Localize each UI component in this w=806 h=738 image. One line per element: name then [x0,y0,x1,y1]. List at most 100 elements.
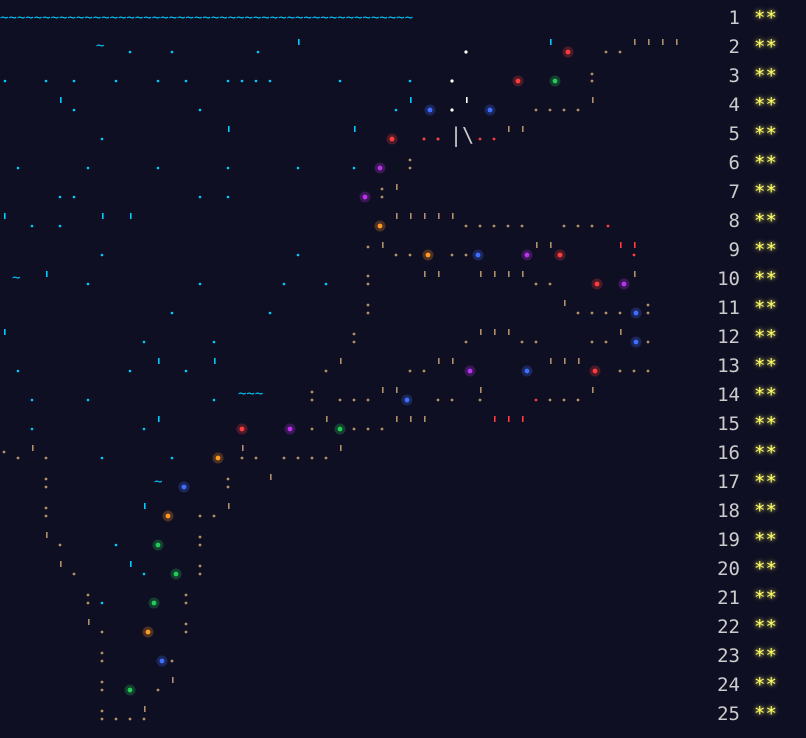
terrain-tick [298,39,300,45]
day-stars: ** [754,152,777,174]
terrain-dot [170,311,174,315]
calendar-day-22[interactable]: 22 ** [692,613,802,642]
calendar-day-11[interactable]: 11 ** [692,294,802,323]
day-number[interactable]: 16 [692,439,740,468]
day-number[interactable]: 17 [692,468,740,497]
terrain-dot [184,79,188,83]
day-number[interactable]: 5 [692,120,740,149]
calendar-day-6[interactable]: 6 ** [692,149,802,178]
terrain-dot [72,79,76,83]
day-number[interactable]: 3 [692,62,740,91]
day-number[interactable]: 21 [692,584,740,613]
terrain-tick [564,300,566,306]
calendar-day-8[interactable]: 8 ** [692,207,802,236]
calendar-day-1[interactable]: 1 ** [692,4,802,33]
day-number[interactable]: 10 [692,265,740,294]
calendar-day-24[interactable]: 24 ** [692,671,802,700]
ornament-light [621,281,627,287]
day-number[interactable]: 13 [692,352,740,381]
day-stars: ** [754,587,777,609]
terrain-tick [326,416,328,422]
day-number[interactable]: 25 [692,700,740,729]
day-number[interactable]: 11 [692,294,740,323]
terrain-dot [184,369,188,373]
terrain-dot [534,340,538,344]
terrain-dot [212,398,216,402]
calendar-day-9[interactable]: 9 ** [692,236,802,265]
terrain-dot [16,166,20,170]
calendar-day-12[interactable]: 12 ** [692,323,802,352]
calendar-day-13[interactable]: 13 ** [692,352,802,381]
terrain-dot [100,717,104,721]
ornament-light [557,252,563,258]
calendar-day-15[interactable]: 15 ** [692,410,802,439]
calendar-day-23[interactable]: 23 ** [692,642,802,671]
ornament-light [487,107,493,113]
calendar-day-10[interactable]: 10 ** [692,265,802,294]
terrain-dot [44,485,48,489]
terrain-tick [396,213,398,219]
terrain-dot [520,224,524,228]
terrain-tick [228,503,230,509]
day-number[interactable]: 9 [692,236,740,265]
ornament-light [215,455,221,461]
terrain-dot [198,282,202,286]
day-number[interactable]: 12 [692,323,740,352]
day-number[interactable]: 1 [692,4,740,33]
calendar-day-4[interactable]: 4 ** [692,91,802,120]
sea-wave-row: ~~~~~~~~~~~~~~~~~~~~~~~~~~~~~~~~~~~~~~~~… [0,10,413,26]
terrain-dot [212,340,216,344]
ornament-light [377,223,383,229]
terrain-dot [100,680,104,684]
day-stars: ** [754,65,777,87]
day-stars: ** [754,268,777,290]
day-number[interactable]: 20 [692,555,740,584]
calendar-day-16[interactable]: 16 ** [692,439,802,468]
terrain-dot [100,651,104,655]
calendar-day-19[interactable]: 19 ** [692,526,802,555]
ornament-light [427,107,433,113]
calendar-day-7[interactable]: 7 ** [692,178,802,207]
terrain-dot [128,369,132,373]
terrain-dot [366,398,370,402]
terrain-tick [396,416,398,422]
terrain-tick [578,358,580,364]
terrain-dot [408,369,412,373]
terrain-dot [450,79,454,83]
calendar-day-21[interactable]: 21 ** [692,584,802,613]
terrain-dot [604,311,608,315]
calendar-day-18[interactable]: 18 ** [692,497,802,526]
terrain-tick [480,387,482,393]
terrain-dot [114,79,118,83]
day-stars: ** [754,500,777,522]
day-number[interactable]: 19 [692,526,740,555]
day-stars: ** [754,239,777,261]
day-number[interactable]: 14 [692,381,740,410]
calendar-day-5[interactable]: 5 ** [692,120,802,149]
day-number[interactable]: 7 [692,178,740,207]
terrain-dot [548,108,552,112]
day-stars: ** [754,471,777,493]
calendar-day-3[interactable]: 3 ** [692,62,802,91]
day-number[interactable]: 8 [692,207,740,236]
calendar-day-2[interactable]: 2 ** [692,33,802,62]
calendar-day-25[interactable]: 25 ** [692,700,802,729]
calendar-day-14[interactable]: 14 ** [692,381,802,410]
day-number[interactable]: 18 [692,497,740,526]
terrain-dot [296,253,300,257]
ornament-light [565,49,571,55]
day-number[interactable]: 22 [692,613,740,642]
day-number[interactable]: 2 [692,33,740,62]
day-number[interactable]: 4 [692,91,740,120]
day-number[interactable]: 15 [692,410,740,439]
day-number[interactable]: 6 [692,149,740,178]
calendar-day-20[interactable]: 20 ** [692,555,802,584]
calendar-day-17[interactable]: 17 ** [692,468,802,497]
day-number[interactable]: 24 [692,671,740,700]
terrain-tick [340,445,342,451]
day-number[interactable]: 23 [692,642,740,671]
terrain-dot [590,224,594,228]
terrain-tick [214,358,216,364]
terrain-dot [492,224,496,228]
terrain-tick [494,329,496,335]
